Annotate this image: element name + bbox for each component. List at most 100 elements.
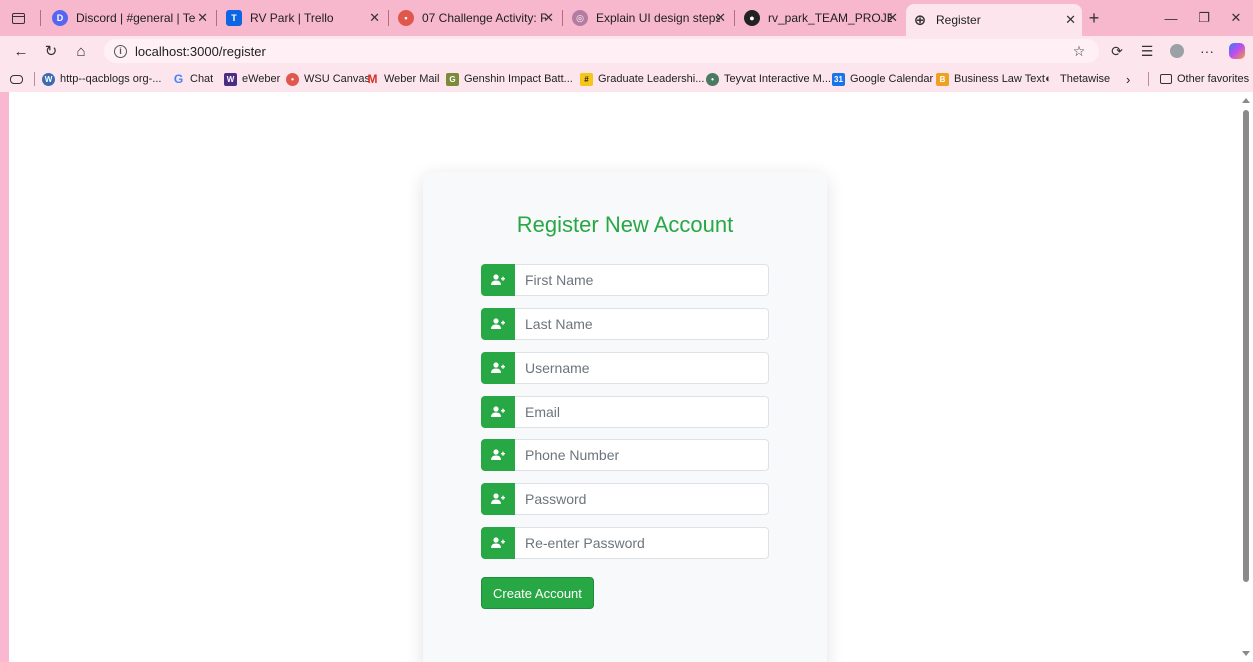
- close-icon[interactable]: ✕: [197, 10, 208, 26]
- user-plus-icon: [481, 527, 515, 559]
- hint-icon: #: [580, 72, 593, 86]
- close-icon[interactable]: ✕: [369, 10, 380, 26]
- discord-icon: D: [52, 10, 68, 26]
- more-icon[interactable]: ···: [1196, 41, 1218, 61]
- folder-icon: [1160, 74, 1172, 84]
- bookmark-label: Teyvat Interactive M...: [724, 73, 831, 85]
- phone-number-input[interactable]: [515, 439, 769, 471]
- bookmark-page-icon: B: [936, 72, 949, 86]
- calendar-icon: 31: [832, 72, 845, 86]
- thetawise-icon: ◐: [1045, 73, 1052, 85]
- favorites-icon[interactable]: ☰: [1136, 41, 1158, 61]
- weber-shield-icon: W: [224, 72, 237, 86]
- canvas-icon: •: [398, 10, 414, 26]
- canvas-icon: •: [286, 72, 299, 86]
- gmail-icon: M: [367, 72, 378, 86]
- tab-separator: [734, 10, 735, 26]
- bookmark-weber-mail[interactable]: M Weber Mail: [366, 71, 440, 87]
- url-text: localhost:3000/register: [135, 43, 266, 59]
- bookmark-label: Chat: [190, 73, 214, 85]
- tab-challenge-activity[interactable]: • 07 Challenge Activity: Requir ✕: [392, 4, 560, 32]
- bookmark-label: Business Law Text: [954, 73, 1045, 85]
- info-icon[interactable]: i: [114, 44, 127, 58]
- close-icon[interactable]: ✕: [543, 10, 554, 26]
- bookmark-teyvat-map[interactable]: • Teyvat Interactive M...: [706, 71, 831, 87]
- bookmark-thetawise[interactable]: ◐ Thetawise: [1042, 71, 1110, 87]
- email-input[interactable]: [515, 396, 769, 428]
- bookmark-label: WSU Canvas: [304, 73, 371, 85]
- reenter-password-input[interactable]: [515, 527, 769, 559]
- bookmark-separator: [34, 72, 35, 86]
- first-name-input[interactable]: [515, 264, 769, 296]
- genshin-icon: G: [446, 72, 459, 86]
- user-plus-icon: [481, 264, 515, 296]
- globe-icon: ⊕: [913, 12, 927, 29]
- bookmark-label: Thetawise: [1060, 73, 1111, 85]
- close-window-icon[interactable]: ✕: [1222, 0, 1250, 36]
- back-icon[interactable]: ←: [10, 41, 32, 61]
- scroll-up-arrow-icon[interactable]: [1242, 98, 1250, 103]
- wordpress-icon: W: [42, 72, 55, 86]
- extensions-icon[interactable]: ⟳: [1106, 41, 1128, 61]
- tab-actions-icon[interactable]: [8, 8, 28, 28]
- star-icon[interactable]: ☆: [1068, 41, 1090, 61]
- new-tab-icon[interactable]: +: [1082, 0, 1106, 36]
- profile-icon[interactable]: [1166, 41, 1188, 61]
- google-icon: G: [173, 72, 184, 86]
- user-plus-icon: [481, 483, 515, 515]
- close-icon[interactable]: ✕: [715, 10, 726, 26]
- username-input[interactable]: [515, 352, 769, 384]
- restore-icon[interactable]: ❐: [1192, 0, 1216, 36]
- create-account-button[interactable]: Create Account: [481, 577, 594, 609]
- bookmark-label: Genshin Impact Batt...: [464, 73, 573, 85]
- minimize-icon[interactable]: —: [1148, 0, 1194, 36]
- scroll-down-arrow-icon[interactable]: [1242, 651, 1250, 656]
- bookmark-label: Google Calendar: [850, 73, 934, 85]
- bookmark-genshin[interactable]: G Genshin Impact Batt...: [446, 71, 573, 87]
- tab-title: Register: [936, 13, 981, 27]
- user-plus-icon: [481, 439, 515, 471]
- tab-separator: [562, 10, 563, 26]
- url-bar[interactable]: i localhost:3000/register: [104, 39, 1099, 63]
- scrollbar[interactable]: [1239, 92, 1253, 662]
- tab-explain-ui[interactable]: ◎ Explain UI design steps ✕: [566, 4, 732, 32]
- bookmark-graduate-leadership[interactable]: # Graduate Leadershi...: [580, 71, 704, 87]
- close-icon[interactable]: ✕: [1065, 12, 1076, 28]
- tab-actions-menu-icon[interactable]: [10, 71, 23, 87]
- password-input[interactable]: [515, 483, 769, 515]
- close-icon[interactable]: ✕: [887, 10, 898, 26]
- bookmark-eweber[interactable]: W eWeber: [224, 71, 280, 87]
- tab-title: Explain UI design steps: [596, 11, 720, 25]
- bookmarks-bar: W http--qacblogs org-... G Chat W eWeber…: [0, 66, 1253, 92]
- home-icon[interactable]: ⌂: [70, 41, 92, 61]
- tab-register[interactable]: ⊕ Register ✕: [906, 4, 1082, 36]
- tab-trello[interactable]: T RV Park | Trello ✕: [220, 4, 386, 32]
- password-field: [481, 483, 769, 515]
- bookmark-google-calendar[interactable]: 31 Google Calendar: [832, 71, 933, 87]
- reenter-password-field: [481, 527, 769, 559]
- tab-discord[interactable]: D Discord | #general | Team 1_ ✕: [46, 4, 214, 32]
- tab-title: rv_park_TEAM_PROJECT/serv: [768, 11, 892, 25]
- page-title: Register New Account: [516, 212, 734, 237]
- tab-title: Discord | #general | Team 1_: [76, 11, 196, 25]
- tab-separator: [216, 10, 217, 26]
- tab-strip: D Discord | #general | Team 1_ ✕ T RV Pa…: [0, 0, 1253, 36]
- tab-title: 07 Challenge Activity: Requir: [422, 11, 546, 25]
- scroll-thumb[interactable]: [1243, 110, 1249, 582]
- tab-github[interactable]: ● rv_park_TEAM_PROJECT/serv ✕: [738, 4, 904, 32]
- register-card: Register New Account First Name Last Nam…: [423, 172, 827, 662]
- tab-separator: [388, 10, 389, 26]
- copilot-icon[interactable]: [1226, 41, 1248, 61]
- bookmark-wsu-canvas[interactable]: • WSU Canvas: [286, 71, 370, 87]
- email-field: [481, 396, 769, 428]
- github-icon: ●: [744, 10, 760, 26]
- last-name-input[interactable]: [515, 308, 769, 340]
- user-plus-icon: [481, 308, 515, 340]
- last-name-field: [481, 308, 769, 340]
- bookmark-business-law[interactable]: B Business Law Text: [936, 71, 1045, 87]
- bookmarks-overflow-chevron-icon[interactable]: ›: [1126, 71, 1130, 87]
- bookmark-qacblogs[interactable]: W http--qacblogs org-...: [42, 71, 162, 87]
- refresh-icon[interactable]: ↻: [40, 41, 62, 61]
- other-favorites-folder[interactable]: Other favorites: [1160, 71, 1249, 87]
- bookmark-chat[interactable]: G Chat: [172, 71, 213, 87]
